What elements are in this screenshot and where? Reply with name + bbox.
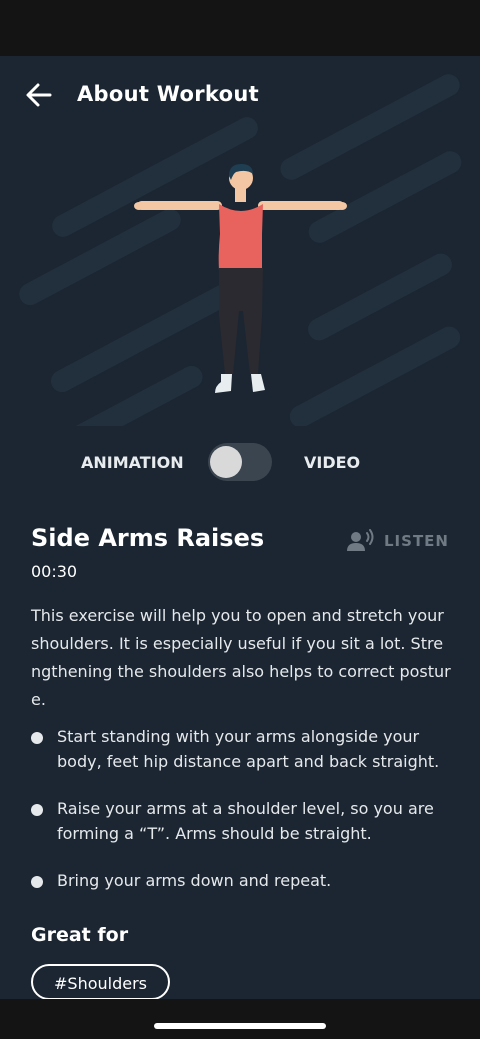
- bullet-icon: [31, 804, 43, 816]
- instruction-text: Start standing with your arms alongside …: [57, 727, 440, 771]
- animation-option-label[interactable]: ANIMATION: [81, 453, 184, 472]
- media-toggle: ANIMATION VIDEO: [0, 440, 480, 484]
- exercise-duration: 00:30: [31, 562, 78, 581]
- bullet-icon: [31, 732, 43, 744]
- app-header: About Workout: [0, 56, 480, 136]
- exercise-name: Side Arms Raises: [31, 524, 265, 552]
- back-button[interactable]: [24, 80, 54, 110]
- tag-shoulders[interactable]: #Shoulders: [31, 964, 170, 1000]
- instruction-item: Start standing with your arms alongside …: [31, 724, 456, 774]
- video-option-label[interactable]: VIDEO: [304, 453, 360, 472]
- instruction-text: Raise your arms at a shoulder level, so …: [57, 799, 434, 843]
- great-for-heading: Great for: [31, 924, 129, 946]
- instruction-item: Bring your arms down and repeat.: [31, 868, 456, 893]
- exercise-description: This exercise will help you to open and …: [31, 606, 451, 709]
- listen-label: LISTEN: [384, 532, 449, 550]
- navigation-bar: [0, 999, 480, 1039]
- home-indicator[interactable]: [154, 1023, 326, 1029]
- instruction-text: Bring your arms down and repeat.: [57, 871, 332, 890]
- instruction-item: Raise your arms at a shoulder level, so …: [31, 796, 456, 846]
- page-title: About Workout: [77, 82, 259, 106]
- animation-video-switch[interactable]: [208, 443, 272, 481]
- bullet-icon: [31, 876, 43, 888]
- status-bar: [0, 0, 480, 56]
- listen-button[interactable]: LISTEN: [346, 528, 449, 554]
- switch-knob: [210, 446, 242, 478]
- instruction-list: Start standing with your arms alongside …: [31, 724, 456, 915]
- arrow-left-icon: [26, 83, 52, 107]
- speaking-person-icon: [347, 529, 374, 551]
